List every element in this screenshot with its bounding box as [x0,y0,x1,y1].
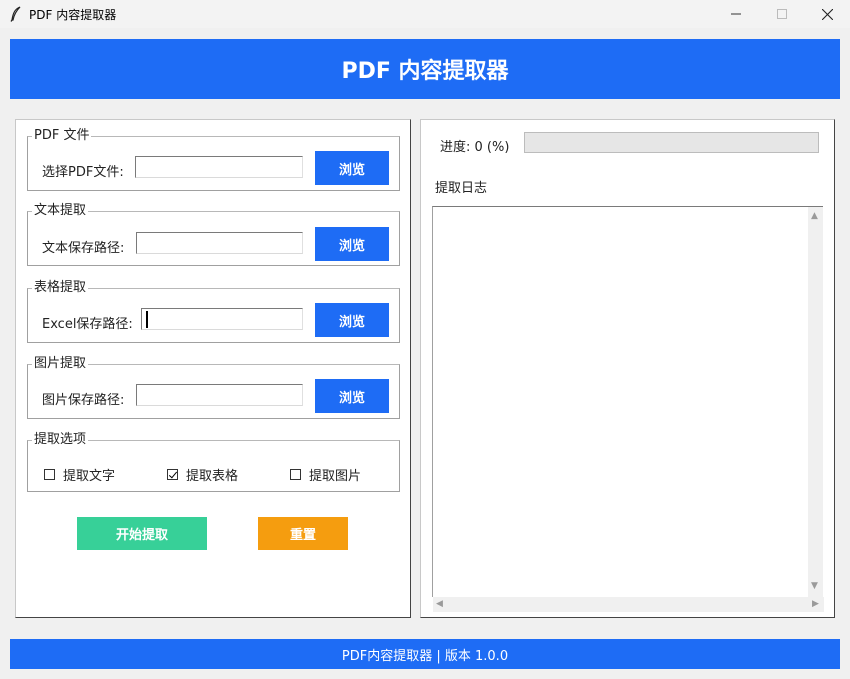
image-save-path-input[interactable] [136,384,303,406]
text-cursor [146,311,148,328]
text-extract-group: 文本提取 文本保存路径: 浏览 [27,203,400,266]
minimize-icon [731,13,741,15]
maximize-icon [777,9,787,19]
log-textarea[interactable]: ▲ ▼ ◀ ▶ [432,206,824,612]
scroll-right-arrow-icon[interactable]: ▶ [812,600,819,609]
footer-text: PDF内容提取器 | 版本 1.0.0 [341,648,509,664]
pdf-file-group: PDF 文件 选择PDF文件: 浏览 [27,128,400,191]
app-header: PDF 内容提取器 [10,39,840,99]
minimize-button[interactable] [713,0,759,28]
pdf-file-input[interactable] [135,156,303,178]
app-header-title: PDF 内容提取器 [341,59,509,84]
excel-save-path-input[interactable] [141,308,303,330]
reset-button[interactable]: 重置 [258,517,348,550]
table-extract-group: 表格提取 Excel保存路径: 浏览 [27,280,400,343]
window-title: PDF 内容提取器 [29,8,117,22]
extract-image-checkbox[interactable]: 提取图片 [290,465,361,484]
log-vertical-scrollbar[interactable]: ▲ ▼ [808,207,823,597]
pdf-file-legend: PDF 文件 [32,128,92,144]
scroll-down-arrow-icon[interactable]: ▼ [811,582,818,591]
maximize-button[interactable] [759,0,805,28]
feather-icon [10,6,21,22]
text-save-path-input[interactable] [136,232,303,254]
extract-table-label: 提取表格 [186,469,239,484]
extract-image-checkbox-box[interactable] [290,469,301,480]
settings-panel: PDF 文件 选择PDF文件: 浏览 文本提取 文本保存路径: 浏览 表格提取 … [15,119,411,618]
extract-text-label: 提取文字 [63,469,116,484]
scroll-up-arrow-icon[interactable]: ▲ [811,212,818,221]
close-icon [821,8,833,20]
scroll-left-arrow-icon[interactable]: ◀ [436,600,443,609]
log-label: 提取日志 [435,181,488,196]
progress-label: 进度: 0 (%) [440,140,510,155]
text-browse-button[interactable]: 浏览 [315,227,389,261]
close-button[interactable] [804,0,850,28]
pdf-browse-button[interactable]: 浏览 [315,151,389,185]
text-extract-legend: 文本提取 [32,203,89,219]
window-titlebar: PDF 内容提取器 [0,0,850,28]
progress-bar [524,132,819,153]
log-horizontal-scrollbar[interactable]: ◀ ▶ [433,597,824,612]
extract-text-checkbox-box[interactable] [44,469,55,480]
image-extract-group: 图片提取 图片保存路径: 浏览 [27,356,400,419]
excel-save-label: Excel保存路径: [42,317,133,332]
image-browse-button[interactable]: 浏览 [315,379,389,413]
image-extract-legend: 图片提取 [32,356,89,372]
extract-table-checkbox[interactable]: 提取表格 [167,465,238,484]
pdf-file-label: 选择PDF文件: [42,165,124,180]
extract-text-checkbox[interactable]: 提取文字 [44,465,115,484]
excel-browse-button[interactable]: 浏览 [315,303,389,337]
extract-table-checkbox-box[interactable] [167,469,178,480]
start-extract-button[interactable]: 开始提取 [77,517,207,550]
image-save-label: 图片保存路径: [42,393,125,408]
extract-options-legend: 提取选项 [32,432,89,448]
extract-image-label: 提取图片 [309,469,362,484]
extract-options-group: 提取选项 提取文字 提取表格 提取图片 [27,432,400,492]
progress-log-panel: 进度: 0 (%) 提取日志 ▲ ▼ ◀ ▶ [420,119,835,618]
text-save-label: 文本保存路径: [42,241,125,256]
table-extract-legend: 表格提取 [32,280,89,296]
status-footer: PDF内容提取器 | 版本 1.0.0 [10,639,840,669]
